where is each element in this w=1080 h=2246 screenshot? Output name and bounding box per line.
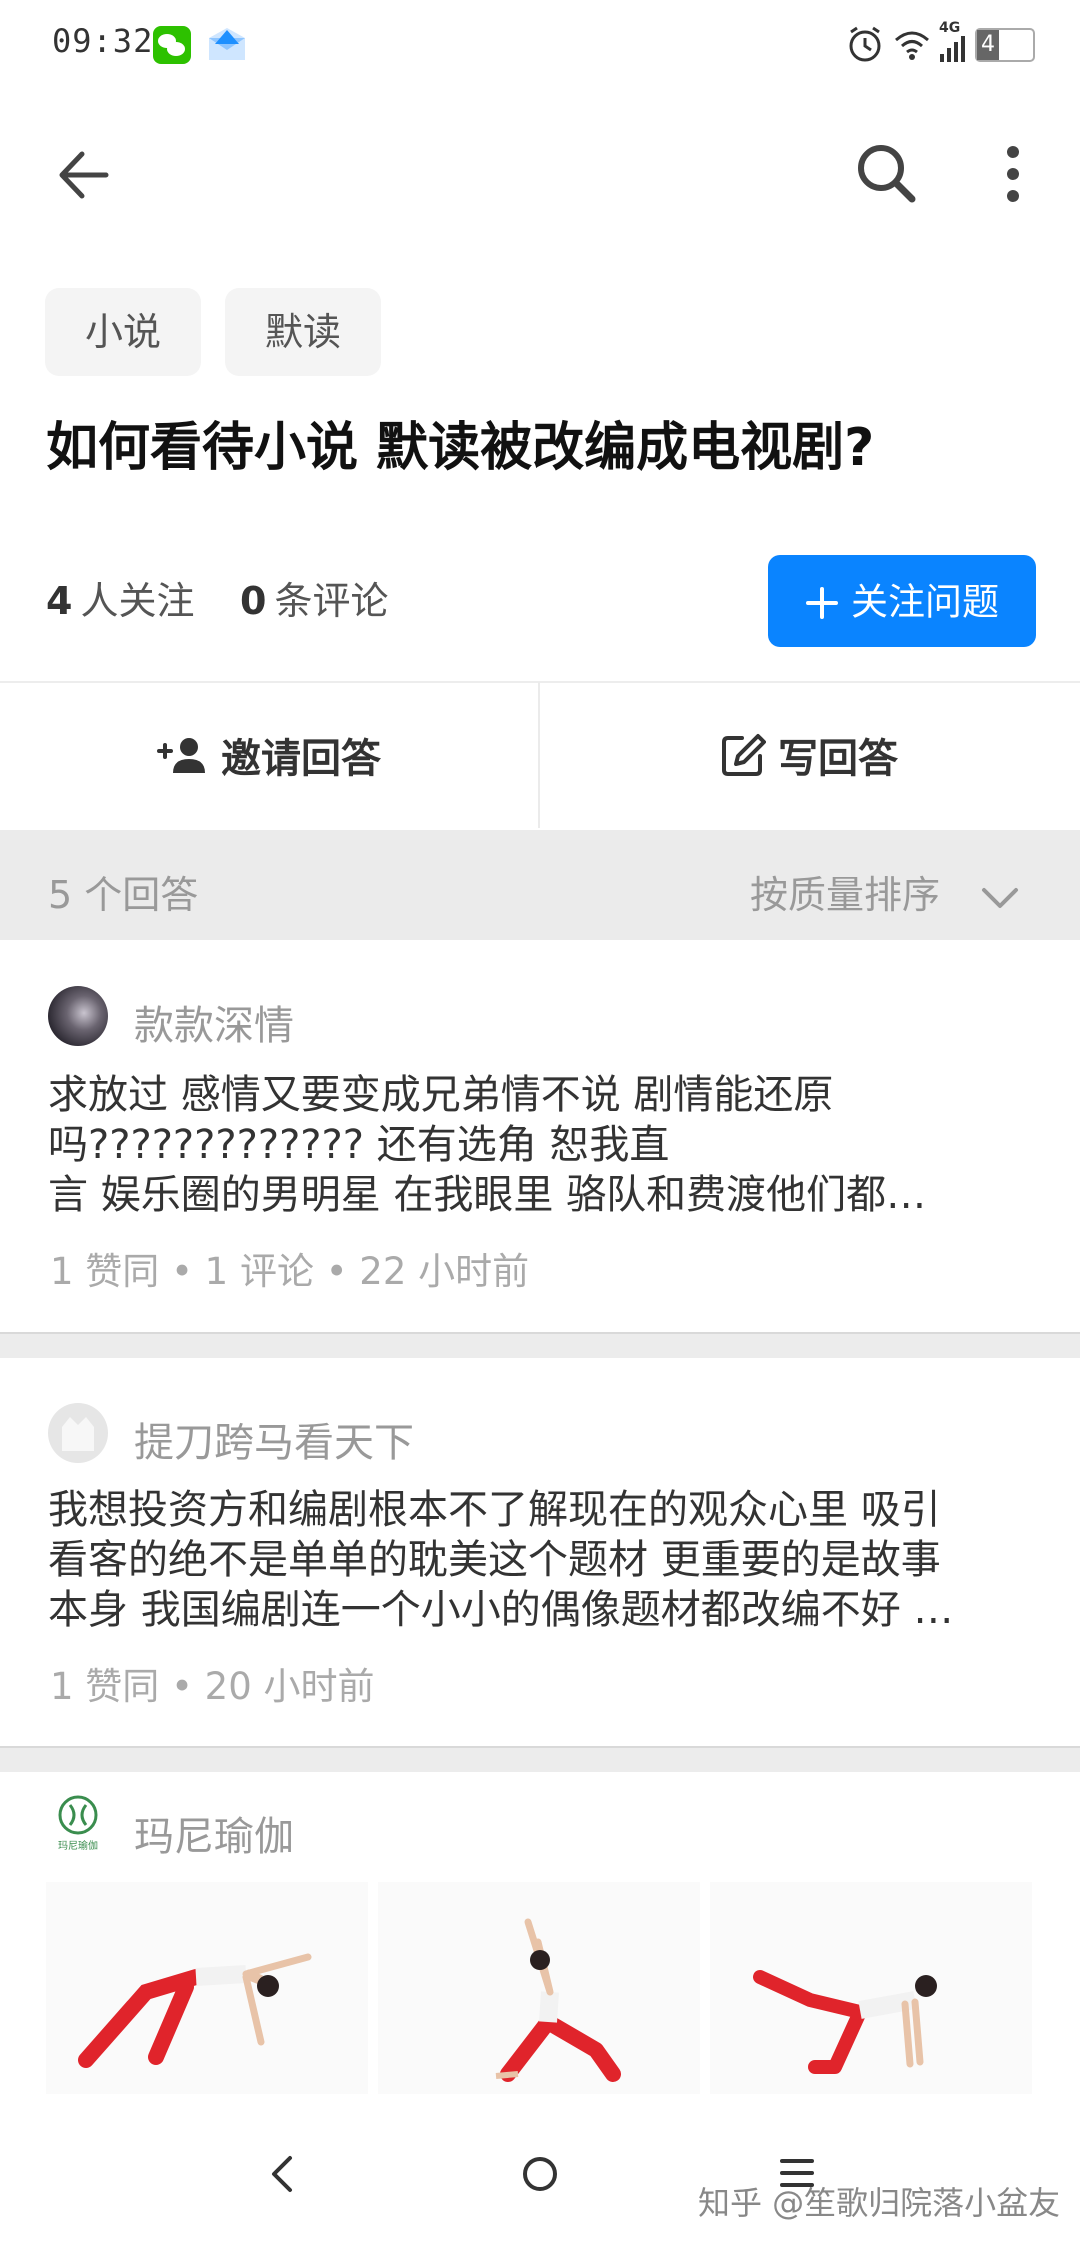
nav-back-icon[interactable] <box>268 2154 296 2194</box>
mail-app-icon <box>209 28 245 60</box>
invite-answer-button[interactable]: 邀请回答 <box>0 682 538 828</box>
edit-icon <box>722 734 766 776</box>
chevron-down-icon <box>982 887 1019 908</box>
yoga-image[interactable] <box>378 1882 700 2094</box>
comments-stat[interactable]: 0 条评论 <box>240 570 388 625</box>
yoga-pose-figure <box>78 1953 312 2068</box>
avatar[interactable] <box>48 986 108 1046</box>
answers-count: 5 个回答 <box>48 873 199 917</box>
yoga-image[interactable] <box>46 1882 368 2094</box>
comments-count: 0 <box>240 579 267 623</box>
status-time: 09:32 <box>52 22 154 60</box>
avatar[interactable] <box>48 1403 108 1463</box>
write-answer-label: 写回答 <box>778 736 898 782</box>
question-title: 如何看待小说 默读被改编成电视剧? <box>46 418 875 478</box>
topic-tag[interactable]: 默读 <box>225 288 381 376</box>
network-type: 4G <box>939 20 961 36</box>
yoga-image[interactable] <box>710 1882 1032 2094</box>
answer-meta: 1 赞同 • 20 小时前 <box>50 1665 375 1708</box>
wechat-icon <box>153 26 191 64</box>
yoga-pose-figure <box>495 1918 621 2082</box>
yoga-brand-logo-icon: 玛尼瑜伽 <box>58 1795 98 1852</box>
status-bar: 09:32 4G 4 <box>0 0 1080 90</box>
answer-meta: 1 赞同 • 1 评论 • 22 小时前 <box>50 1250 530 1293</box>
alarm-icon <box>849 26 881 62</box>
watermark: 知乎 @笙歌归院落小盆友 <box>698 2184 1061 2222</box>
sort-label: 按质量排序 <box>750 873 941 917</box>
excerpt-line: 我想投资方和编剧根本不了解现在的观众心里 吸引 <box>48 1487 941 1533</box>
excerpt-line: 言 娱乐圈的男明星 在我眼里 骆队和费渡他们都… <box>48 1172 927 1218</box>
excerpt-line: 吗????????????? 还有选角 恕我直 <box>48 1122 670 1168</box>
followers-label: 人关注 <box>80 579 195 623</box>
brand-logo-text: 玛尼瑜伽 <box>58 1839 98 1852</box>
sort-dropdown[interactable]: 按质量排序 <box>750 864 1020 919</box>
battery-icon: 4 <box>975 28 1035 62</box>
excerpt-line: 求放过 感情又要变成兄弟情不说 剧情能还原 <box>48 1072 834 1118</box>
back-arrow-icon[interactable] <box>54 148 114 202</box>
more-vertical-icon[interactable] <box>998 146 1028 202</box>
follow-question-button[interactable]: 关注问题 <box>768 555 1036 647</box>
yoga-pose-figure <box>753 1970 937 2074</box>
brand-logo[interactable]: 玛尼瑜伽 <box>46 1793 110 1857</box>
card-separator <box>0 1746 1080 1772</box>
excerpt-line: 看客的绝不是单单的耽美这个题材 更重要的是故事 <box>48 1537 941 1583</box>
answer-excerpt: 求放过 感情又要变成兄弟情不说 剧情能还原 吗????????????? 还有选… <box>48 1070 1028 1220</box>
card-separator <box>0 1332 1080 1358</box>
plus-icon <box>806 586 838 619</box>
search-icon[interactable] <box>855 142 917 204</box>
invite-answer-label: 邀请回答 <box>221 736 381 782</box>
topic-tag[interactable]: 小说 <box>45 288 201 376</box>
nav-home-icon[interactable] <box>522 2156 558 2192</box>
author-name[interactable]: 提刀跨马看天下 <box>134 1410 414 1468</box>
followers-stat: 4 人关注 <box>46 570 194 625</box>
follow-question-label: 关注问题 <box>851 580 999 624</box>
excerpt-line: 本身 我国编剧连一个小小的偶像题材都改编不好 … <box>48 1587 954 1633</box>
wifi-icon <box>895 31 929 60</box>
default-avatar-icon <box>62 1417 94 1451</box>
author-name[interactable]: 款款深情 <box>134 993 294 1051</box>
cell-signal-icon: 4G <box>938 20 968 66</box>
answer-excerpt: 我想投资方和编剧根本不了解现在的观众心里 吸引 看客的绝不是单单的耽美这个题材 … <box>48 1485 1028 1635</box>
author-name[interactable]: 玛尼瑜伽 <box>134 1804 294 1862</box>
add-user-icon <box>157 738 205 773</box>
battery-level: 4 <box>977 30 999 60</box>
comments-label: 条评论 <box>274 579 389 623</box>
followers-count: 4 <box>46 579 73 623</box>
write-answer-button[interactable]: 写回答 <box>540 682 1078 828</box>
